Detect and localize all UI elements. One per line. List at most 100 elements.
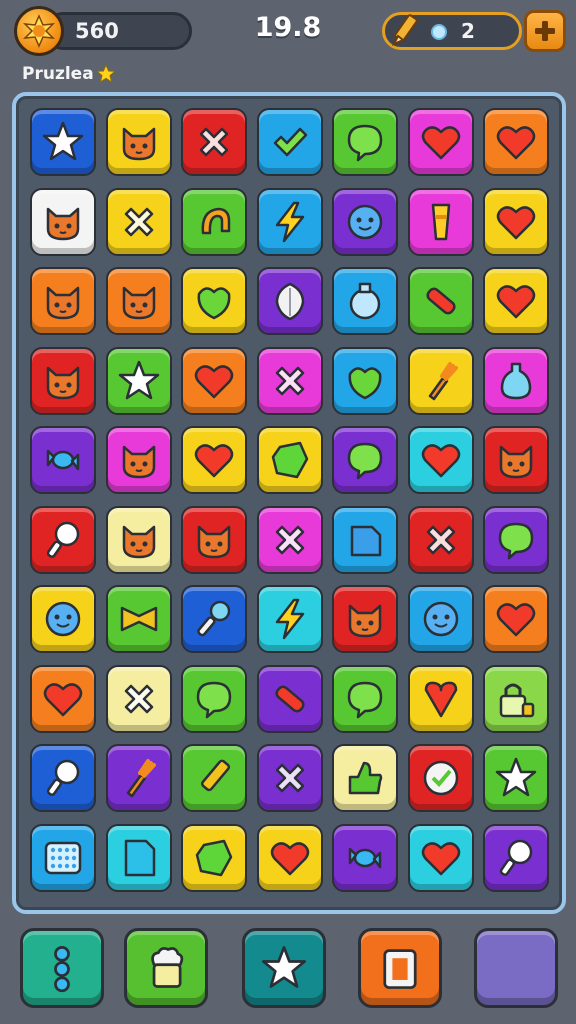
heart-icon [270,841,309,875]
tile-bubble[interactable] [332,664,398,733]
tile-heart[interactable] [483,187,549,256]
cat-icon [348,604,382,638]
tile-cross[interactable] [256,505,323,574]
tile-thumb[interactable] [332,744,398,812]
tile-cross[interactable] [256,744,323,812]
bottle-icon [500,362,532,399]
tile-bar[interactable] [407,267,474,335]
tile-bar[interactable] [256,664,323,733]
bolt-icon [275,201,304,242]
tile-cross[interactable] [105,187,172,256]
tile-fork[interactable] [407,346,474,415]
tile-heart[interactable] [407,426,474,494]
tile-cat[interactable] [483,426,549,494]
tile-cone[interactable] [407,664,474,733]
tile-bolt[interactable] [256,187,323,256]
tile-cat[interactable] [30,267,96,335]
bolt-icon [275,598,304,640]
tile-leaf[interactable] [332,346,398,415]
tile-page[interactable] [105,823,172,892]
bubble-icon [498,522,534,559]
gem-icon [431,24,447,40]
tile-star[interactable] [30,108,96,176]
tile-check[interactable] [256,108,323,176]
tile-bottle[interactable] [483,346,549,415]
chef-button[interactable] [124,928,208,1008]
tile-cat[interactable] [105,108,172,176]
tile-cat[interactable] [105,426,172,494]
tile-cat[interactable] [30,346,96,415]
shuffle-button[interactable] [242,928,326,1008]
hint-button[interactable] [20,928,104,1008]
clock-icon [423,760,458,796]
pencil-icon [201,759,231,792]
tile-leaf[interactable] [181,267,247,335]
tile-pin[interactable] [30,744,96,812]
tile-star[interactable] [483,744,549,812]
tile-shield[interactable] [256,267,323,335]
gem-counter: 2 [382,12,522,50]
grid-icon [44,841,82,874]
tile-cross[interactable] [181,108,247,176]
tile-star[interactable] [105,346,172,415]
jar-icon [349,282,381,320]
star-icon [261,945,307,988]
lock-icon [499,683,535,717]
tile-glass[interactable] [407,187,474,256]
tile-candy[interactable] [332,823,398,892]
tile-grid[interactable] [30,823,96,892]
tile-heart[interactable] [407,108,474,176]
tile-face[interactable] [407,585,474,653]
shield-icon [275,282,304,321]
tile-candy[interactable] [30,426,96,494]
tile-bubble[interactable] [332,426,398,494]
tile-pin[interactable] [483,823,549,892]
tile-square[interactable] [332,505,398,574]
fork-icon [126,759,156,798]
tile-pin[interactable] [30,505,96,574]
tile-heart[interactable] [483,108,549,176]
add-button[interactable] [524,10,566,52]
tile-clock[interactable] [407,744,474,812]
tile-wand[interactable] [181,585,247,653]
bubble-icon [347,124,383,162]
tile-face[interactable] [332,187,398,256]
tile-face[interactable] [30,585,96,653]
tile-gem[interactable] [181,823,247,892]
tile-bolt[interactable] [256,585,323,653]
tile-fork[interactable] [105,744,172,812]
tile-heart[interactable] [256,823,323,892]
tile-heart[interactable] [483,585,549,653]
tile-bubble[interactable] [483,505,549,574]
subtitle-text: Pruzlea [22,64,94,84]
tile-heart[interactable] [30,664,96,733]
tile-bow[interactable] [105,585,172,653]
tile-cross[interactable] [407,505,474,574]
plus-icon [535,21,555,41]
tile-cat[interactable] [332,585,398,653]
bar-icon [425,287,456,315]
tile-heart[interactable] [181,426,247,494]
tile-cat[interactable] [105,267,172,335]
frame-button[interactable] [358,928,442,1008]
tile-cross[interactable] [105,664,172,733]
tile-jar[interactable] [332,267,398,335]
tile-lock[interactable] [483,664,549,733]
pencil-icon [391,14,418,47]
leaf-icon [197,287,231,320]
tile-cross[interactable] [256,346,323,415]
tile-bubble[interactable] [181,664,247,733]
tile-cat[interactable] [181,505,247,574]
heart-icon [496,126,536,160]
empty-button[interactable] [474,928,558,1008]
tile-gem[interactable] [256,426,323,494]
tile-pencil[interactable] [181,744,247,812]
tile-cat[interactable] [105,505,172,574]
tile-heart[interactable] [483,267,549,335]
tile-heart[interactable] [407,823,474,892]
tile-hook[interactable] [181,187,247,256]
heart-icon [421,841,460,875]
tile-bubble[interactable] [332,108,398,176]
tile-cat[interactable] [30,187,96,256]
tile-heart[interactable] [181,346,247,415]
